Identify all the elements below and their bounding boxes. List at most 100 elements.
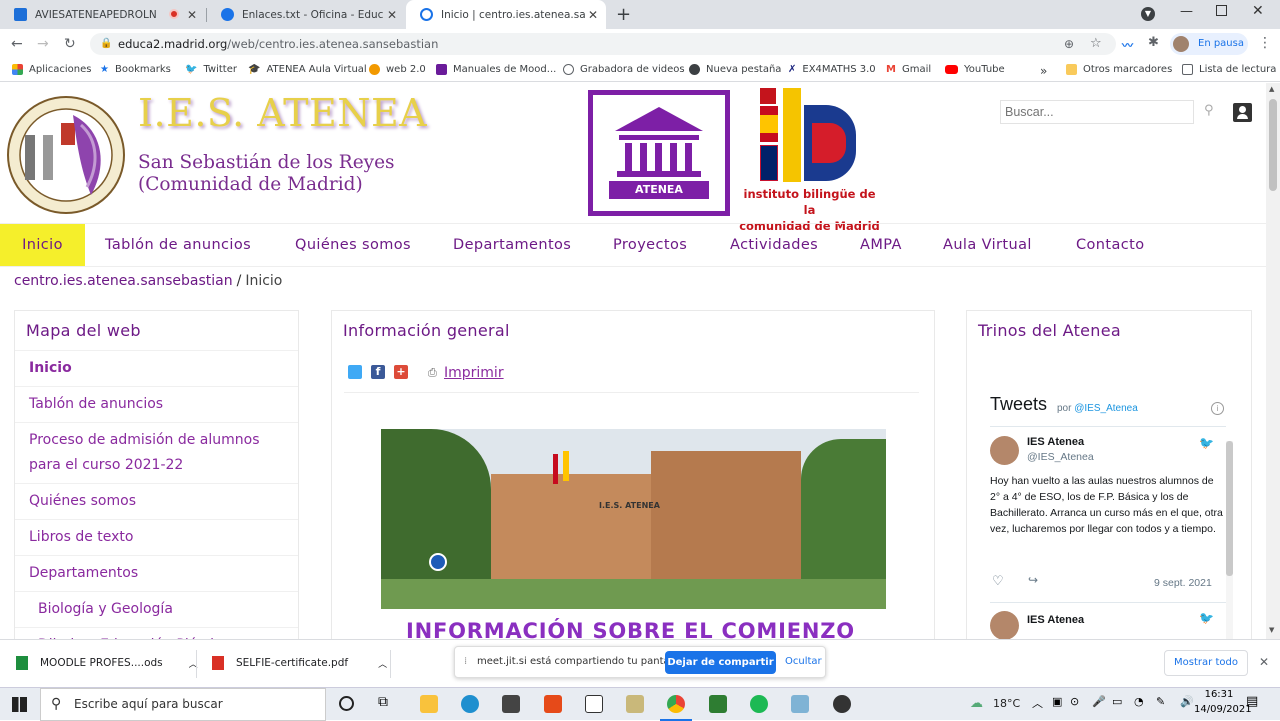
twitter-bird-icon[interactable]: 🐦 [1199, 436, 1214, 450]
sitemap-link-tablon[interactable]: Tablón de anuncios [15, 386, 298, 422]
twitter-bird-icon[interactable]: 🐦 [1199, 611, 1214, 625]
site-search-input[interactable] [1000, 100, 1194, 124]
clock-time[interactable]: 16:31 [1194, 689, 1244, 700]
tweet-date[interactable]: 9 sept. 2021 [1154, 577, 1212, 589]
school-photo[interactable]: I.E.S. ATENEA [381, 429, 886, 609]
temperature[interactable]: 18°C [993, 697, 1020, 710]
sitemap-link-quienes-somos[interactable]: Quiénes somos [15, 483, 298, 519]
tab-search-icon[interactable]: ▼ [1141, 7, 1155, 21]
bookmark-manuales[interactable]: Manuales de Mood... [436, 64, 556, 75]
tweet-author-avatar[interactable] [990, 611, 1019, 639]
twitter-share-icon[interactable] [348, 365, 362, 379]
bookmark-grabadora[interactable]: Grabadora de videos [563, 64, 685, 75]
clock-date[interactable]: 14/09/2021 [1194, 704, 1252, 715]
print-link[interactable]: Imprimir [444, 365, 504, 381]
windows-start-icon[interactable] [12, 697, 27, 712]
bookmark-twitter[interactable]: 🐦 Twitter [185, 64, 237, 75]
star-icon[interactable]: ☆ [1090, 33, 1102, 55]
like-icon[interactable]: ♡ [992, 573, 1004, 589]
sitemap-link-inicio[interactable]: Inicio [15, 350, 298, 386]
sitemap-link-biologia[interactable]: Biología y Geología [15, 591, 298, 627]
menu-icon[interactable]: ⋮ [1258, 35, 1272, 51]
breadcrumb-root-link[interactable]: centro.ies.atenea.sansebastian [14, 273, 233, 289]
puzzle-icon[interactable]: ✱ [1148, 35, 1159, 50]
reload-icon[interactable]: ↻ [64, 36, 76, 52]
tab-inicio[interactable]: Inicio | centro.ies.atenea.sansebastian … [406, 0, 606, 29]
microphone-icon[interactable]: 🎤 [1092, 695, 1106, 708]
info-icon[interactable]: i [1211, 402, 1224, 415]
pen-icon[interactable]: ✎ [1156, 695, 1165, 708]
tab-jitsi[interactable]: AVIESATENEAPEDROLN | Jitsi Meet ✕ [0, 0, 205, 29]
sitemap-link-departamentos[interactable]: Departamentos [15, 555, 298, 591]
tray-chevron-icon[interactable]: ︿ [1032, 695, 1043, 711]
stop-sharing-button[interactable]: Dejar de compartir [665, 651, 776, 674]
maximize-icon[interactable] [1216, 5, 1227, 16]
nav-contacto[interactable]: Contacto [1066, 224, 1155, 266]
bookmark-web20[interactable]: web 2.0 [369, 64, 426, 75]
bookmark-gmail[interactable]: M Gmail [886, 64, 931, 75]
nav-quienes-somos[interactable]: Quiénes somos [285, 224, 421, 266]
weather-icon[interactable]: ☁ [970, 696, 983, 711]
tweet-scrollbar[interactable] [1226, 441, 1233, 639]
download-item[interactable]: MOODLE PROFES....ods ︿ [16, 656, 198, 670]
download-item[interactable]: SELFIE-certificate.pdf ︿ [212, 656, 387, 670]
tweet-handle[interactable]: @IES_Atenea [1027, 451, 1094, 463]
edge-icon[interactable] [461, 695, 479, 713]
bookmark-bookmarks[interactable]: ★ Bookmarks [100, 64, 171, 75]
obs-icon[interactable] [833, 695, 851, 713]
other-bookmarks[interactable]: Otros marcadores [1066, 64, 1172, 75]
file-explorer-icon[interactable] [420, 695, 438, 713]
volume-icon[interactable]: 🔊 [1180, 695, 1194, 708]
tweet-author-avatar[interactable] [990, 436, 1019, 465]
nav-actividades[interactable]: Actividades [720, 224, 828, 266]
task-view-icon[interactable]: ⧉ [378, 694, 388, 710]
share-icon[interactable]: ↪ [1028, 573, 1038, 587]
sitemap-link-dibujo[interactable]: Dibujo y Educación Plástica y Visual [15, 627, 298, 639]
sitemap-link-libros[interactable]: Libros de texto [15, 519, 298, 555]
app-icon[interactable] [626, 695, 644, 713]
notifications-icon[interactable]: ▤ [1246, 694, 1258, 709]
bookmark-atenea[interactable]: 🎓 ATENEA Aula Virtual [248, 64, 367, 75]
spotify-icon[interactable] [750, 695, 768, 713]
store-icon[interactable] [502, 695, 520, 713]
nav-inicio[interactable]: Inicio [0, 224, 85, 266]
new-tab-icon[interactable]: + [616, 4, 631, 25]
ex4maths-app-icon[interactable] [585, 695, 603, 713]
bookmark-nueva-pestana[interactable]: Nueva pestaña [689, 64, 781, 75]
tab-enlaces[interactable]: Enlaces.txt - Oficina - EducaMadrid ✕ [207, 0, 405, 29]
drag-handle-icon[interactable]: ⁞ [464, 656, 467, 667]
nav-departamentos[interactable]: Departamentos [443, 224, 581, 266]
more-bookmarks-button[interactable]: » [1040, 64, 1047, 78]
tweet-author[interactable]: IES Atenea [1027, 614, 1084, 626]
nav-tablon[interactable]: Tablón de anuncios [95, 224, 261, 266]
forward-icon[interactable]: → [37, 36, 49, 52]
bookmark-aplicaciones[interactable]: Aplicaciones [12, 64, 91, 75]
tweet-author[interactable]: IES Atenea [1027, 436, 1084, 448]
minimize-icon[interactable]: — [1180, 4, 1193, 19]
close-icon[interactable]: ✕ [387, 8, 397, 22]
reading-list[interactable]: Lista de lectura [1182, 64, 1276, 75]
search-icon[interactable]: ⚲ [1204, 103, 1214, 118]
wifi-icon[interactable]: ◔ [1134, 695, 1144, 708]
taskbar-search[interactable]: ⚲ Escribe aquí para buscar [40, 688, 326, 721]
battery-icon[interactable]: ▭ [1112, 695, 1122, 708]
extension-icon[interactable]: 〰 [1122, 37, 1133, 53]
hide-button[interactable]: Ocultar [785, 656, 822, 667]
spreadsheet-app-icon[interactable] [709, 695, 727, 713]
show-all-downloads-button[interactable]: Mostrar todo [1164, 650, 1248, 676]
close-icon[interactable]: ✕ [187, 8, 197, 22]
sitemap-link-admision[interactable]: Proceso de admisión de alumnos para el c… [15, 422, 298, 483]
user-icon[interactable] [1233, 103, 1252, 122]
nav-proyectos[interactable]: Proyectos [603, 224, 697, 266]
nav-ampa[interactable]: AMPA [850, 224, 912, 266]
bookmark-youtube[interactable]: YouTube [945, 64, 1005, 75]
close-icon[interactable]: ✕ [588, 8, 598, 22]
bookmark-ex4maths[interactable]: ✗ EX4MATHS 3.0 [788, 64, 876, 75]
back-icon[interactable]: ← [11, 36, 23, 52]
close-icon[interactable]: ✕ [1259, 655, 1269, 669]
page-scrollbar[interactable]: ▲ ▼ [1266, 83, 1280, 639]
tray-icon[interactable]: ▣ [1052, 695, 1062, 708]
zoom-icon[interactable]: ⊕ [1064, 33, 1074, 55]
google-plus-share-icon[interactable]: + [394, 365, 408, 379]
nav-aula-virtual[interactable]: Aula Virtual [933, 224, 1042, 266]
